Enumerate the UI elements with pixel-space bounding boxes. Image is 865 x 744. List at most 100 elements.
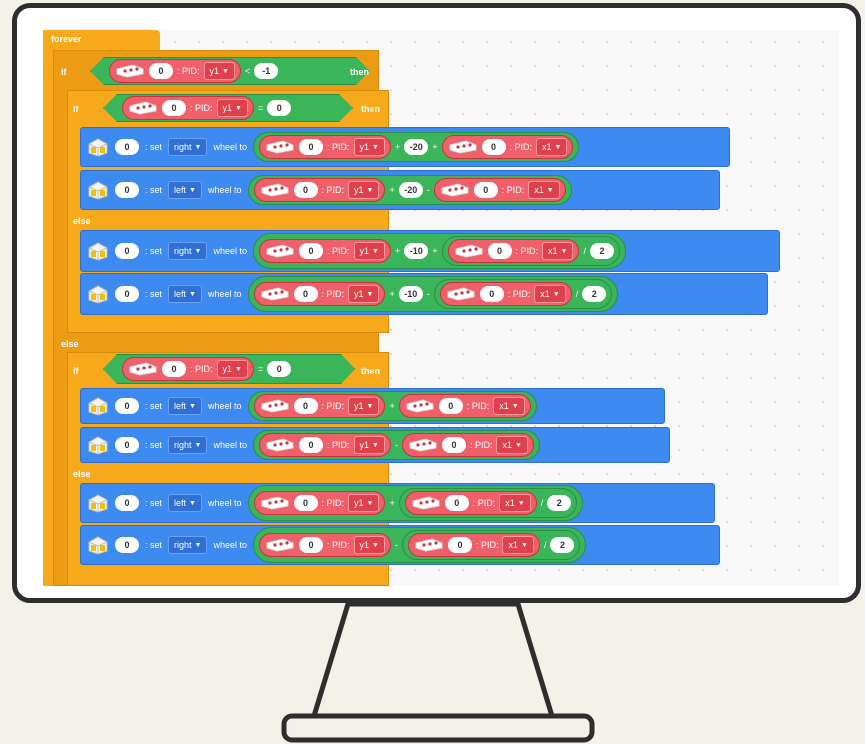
port-value[interactable]: 0	[479, 286, 504, 302]
axis-dropdown[interactable]: y1 ▼	[353, 436, 385, 454]
axis-dropdown[interactable]: y1 ▼	[348, 285, 380, 303]
wheel-dropdown[interactable]: right ▼	[168, 242, 208, 260]
set-wheel-block[interactable]: 0 : set right ▼ wheel to 0: PID: y1 ▼ + -20…	[80, 127, 730, 167]
wheel-dropdown[interactable]: left ▼	[168, 181, 202, 199]
port-value[interactable]: 0	[115, 243, 139, 259]
axis-dropdown[interactable]: y1 ▼	[348, 494, 380, 512]
pid-reporter[interactable]: 0 : PID: y1 ▼	[122, 96, 254, 120]
port-value[interactable]: 0	[293, 398, 318, 414]
port-value[interactable]: 0	[149, 63, 173, 79]
pid-reporter[interactable]: 0: PID: y1 ▼	[253, 178, 386, 202]
port-value[interactable]: 0	[481, 139, 506, 155]
axis-dropdown[interactable]: y1 ▼	[348, 397, 380, 415]
port-value[interactable]: 0	[293, 495, 318, 511]
pid-reporter[interactable]: 0: PID: y1 ▼	[259, 135, 391, 159]
axis-dropdown[interactable]: y1 ▼	[353, 242, 385, 260]
pid-reporter[interactable]: 0: PID: y1 ▼	[253, 282, 386, 306]
axis-dropdown[interactable]: x1 ▼	[499, 494, 531, 512]
pid-reporter[interactable]: 0: PID: x1 ▼	[407, 533, 540, 557]
axis-dropdown[interactable]: y1 ▼	[353, 138, 385, 156]
offset-value[interactable]: -10	[398, 286, 423, 302]
port-value[interactable]: 0	[487, 243, 512, 259]
port-value[interactable]: 0	[115, 182, 139, 198]
axis-dropdown[interactable]: x1 ▼	[496, 436, 528, 454]
divisor-value[interactable]: 2	[582, 286, 607, 302]
port-value[interactable]: 0	[115, 537, 139, 553]
divisor-value[interactable]: 2	[547, 495, 572, 511]
set-wheel-block[interactable]: 0 : set right ▼ wheel to 0: PID: y1 ▼ + -10…	[80, 230, 780, 272]
port-value[interactable]: 0	[115, 398, 139, 414]
pid-reporter[interactable]: 0: PID: x1 ▼	[441, 135, 574, 159]
condition-y1-equals[interactable]: 0 : PID: y1 ▼ = 0	[103, 354, 355, 384]
math-expression[interactable]: 0: PID: y1 ▼ + 0: PID: x1 ▼	[247, 391, 537, 421]
axis-dropdown[interactable]: y1 ▼	[348, 181, 380, 199]
set-wheel-block[interactable]: 0 : set left ▼ wheel to 0: PID: y1 ▼ + 0: P…	[80, 483, 715, 523]
set-wheel-block[interactable]: 0 : set left ▼ wheel to 0: PID: y1 ▼ + -10 …	[80, 273, 768, 315]
set-wheel-block[interactable]: 0 : set left ▼ wheel to 0: PID: y1 ▼ + -20 …	[80, 170, 720, 210]
division-expression[interactable]: 0: PID: x1 ▼ / 2	[401, 530, 581, 560]
port-value[interactable]: 0	[162, 361, 186, 377]
axis-dropdown[interactable]: x1 ▼	[542, 242, 574, 260]
math-expression[interactable]: 0: PID: y1 ▼ + -10 + 0: PID: x1 ▼ / 2	[253, 233, 626, 269]
pid-reporter[interactable]: 0: PID: y1 ▼	[259, 433, 391, 457]
port-value[interactable]: 0	[447, 537, 472, 553]
math-expression[interactable]: 0: PID: y1 ▼ + -20 + 0: PID: x1 ▼	[253, 132, 580, 162]
offset-value[interactable]: -10	[404, 243, 429, 259]
axis-dropdown[interactable]: x1 ▼	[502, 536, 534, 554]
condition-y1-equals[interactable]: 0 : PID: y1 ▼ = 0	[103, 94, 353, 122]
port-value[interactable]: 0	[299, 537, 323, 553]
axis-dropdown[interactable]: y1 ▼	[353, 536, 385, 554]
math-expression[interactable]: 0: PID: y1 ▼ + 0: PID: x1 ▼ / 2	[247, 485, 584, 521]
pid-reporter[interactable]: 0: PID: y1 ▼	[259, 533, 391, 557]
math-expression[interactable]: 0: PID: y1 ▼ + -20 - 0: PID: x1 ▼	[247, 175, 572, 205]
port-value[interactable]: 0	[115, 286, 139, 302]
pid-reporter[interactable]: 0 : PID: y1 ▼	[109, 59, 241, 83]
pid-reporter[interactable]: 0: PID: x1 ▼	[398, 394, 531, 418]
pid-reporter[interactable]: 0: PID: x1 ▼	[404, 491, 537, 515]
condition-y1-less-than[interactable]: 0 : PID: y1 ▼ < -1	[90, 57, 370, 85]
pid-reporter[interactable]: 0: PID: y1 ▼	[259, 239, 391, 263]
port-value[interactable]: 0	[441, 437, 466, 453]
threshold-value[interactable]: -1	[254, 63, 278, 79]
divisor-value[interactable]: 2	[550, 537, 575, 553]
axis-dropdown[interactable]: y1 ▼	[204, 62, 235, 80]
pid-reporter[interactable]: 0: PID: x1 ▼	[433, 178, 566, 202]
pid-reporter[interactable]: 0: PID: y1 ▼	[253, 491, 386, 515]
axis-dropdown[interactable]: y1 ▼	[217, 99, 248, 117]
port-value[interactable]: 0	[299, 139, 323, 155]
pid-reporter[interactable]: 0: PID: x1 ▼	[401, 433, 534, 457]
port-value[interactable]: 0	[293, 286, 318, 302]
math-expression[interactable]: 0: PID: y1 ▼ - 0: PID: x1 ▼ / 2	[253, 527, 587, 563]
port-value[interactable]: 0	[162, 100, 186, 116]
compare-value[interactable]: 0	[267, 361, 291, 377]
set-wheel-block[interactable]: 0 : set right ▼ wheel to 0: PID: y1 ▼ - 0: …	[80, 427, 670, 463]
wheel-dropdown[interactable]: left ▼	[168, 397, 202, 415]
division-expression[interactable]: 0: PID: x1 ▼ / 2	[398, 488, 578, 518]
port-value[interactable]: 0	[115, 139, 139, 155]
wheel-dropdown[interactable]: left ▼	[168, 285, 202, 303]
axis-dropdown[interactable]: x1 ▼	[493, 397, 525, 415]
wheel-dropdown[interactable]: right ▼	[168, 436, 208, 454]
axis-dropdown[interactable]: x1 ▼	[536, 138, 568, 156]
pid-reporter[interactable]: 0: PID: x1 ▼	[439, 282, 572, 306]
wheel-dropdown[interactable]: left ▼	[168, 494, 202, 512]
axis-dropdown[interactable]: x1 ▼	[528, 181, 560, 199]
axis-dropdown[interactable]: y1 ▼	[217, 360, 248, 378]
port-value[interactable]: 0	[299, 243, 323, 259]
pid-reporter[interactable]: 0 : PID: y1 ▼	[122, 357, 254, 381]
wheel-dropdown[interactable]: right ▼	[168, 138, 208, 156]
port-value[interactable]: 0	[473, 182, 498, 198]
code-canvas[interactable]: forever if else if else if else 0 : PID:…	[43, 30, 839, 586]
set-wheel-block[interactable]: 0 : set left ▼ wheel to 0: PID: y1 ▼ + 0: P…	[80, 388, 665, 424]
math-expression[interactable]: 0: PID: y1 ▼ - 0: PID: x1 ▼	[253, 430, 540, 460]
port-value[interactable]: 0	[293, 182, 318, 198]
compare-value[interactable]: 0	[267, 100, 291, 116]
axis-dropdown[interactable]: x1 ▼	[534, 285, 566, 303]
math-expression[interactable]: 0: PID: y1 ▼ + -10 - 0: PID: x1 ▼ / 2	[247, 276, 619, 312]
division-expression[interactable]: 0: PID: x1 ▼ / 2	[433, 279, 613, 309]
pid-reporter[interactable]: 0: PID: y1 ▼	[253, 394, 386, 418]
offset-value[interactable]: -20	[398, 182, 423, 198]
port-value[interactable]: 0	[299, 437, 323, 453]
division-expression[interactable]: 0: PID: x1 ▼ / 2	[441, 236, 620, 266]
wheel-dropdown[interactable]: right ▼	[168, 536, 208, 554]
